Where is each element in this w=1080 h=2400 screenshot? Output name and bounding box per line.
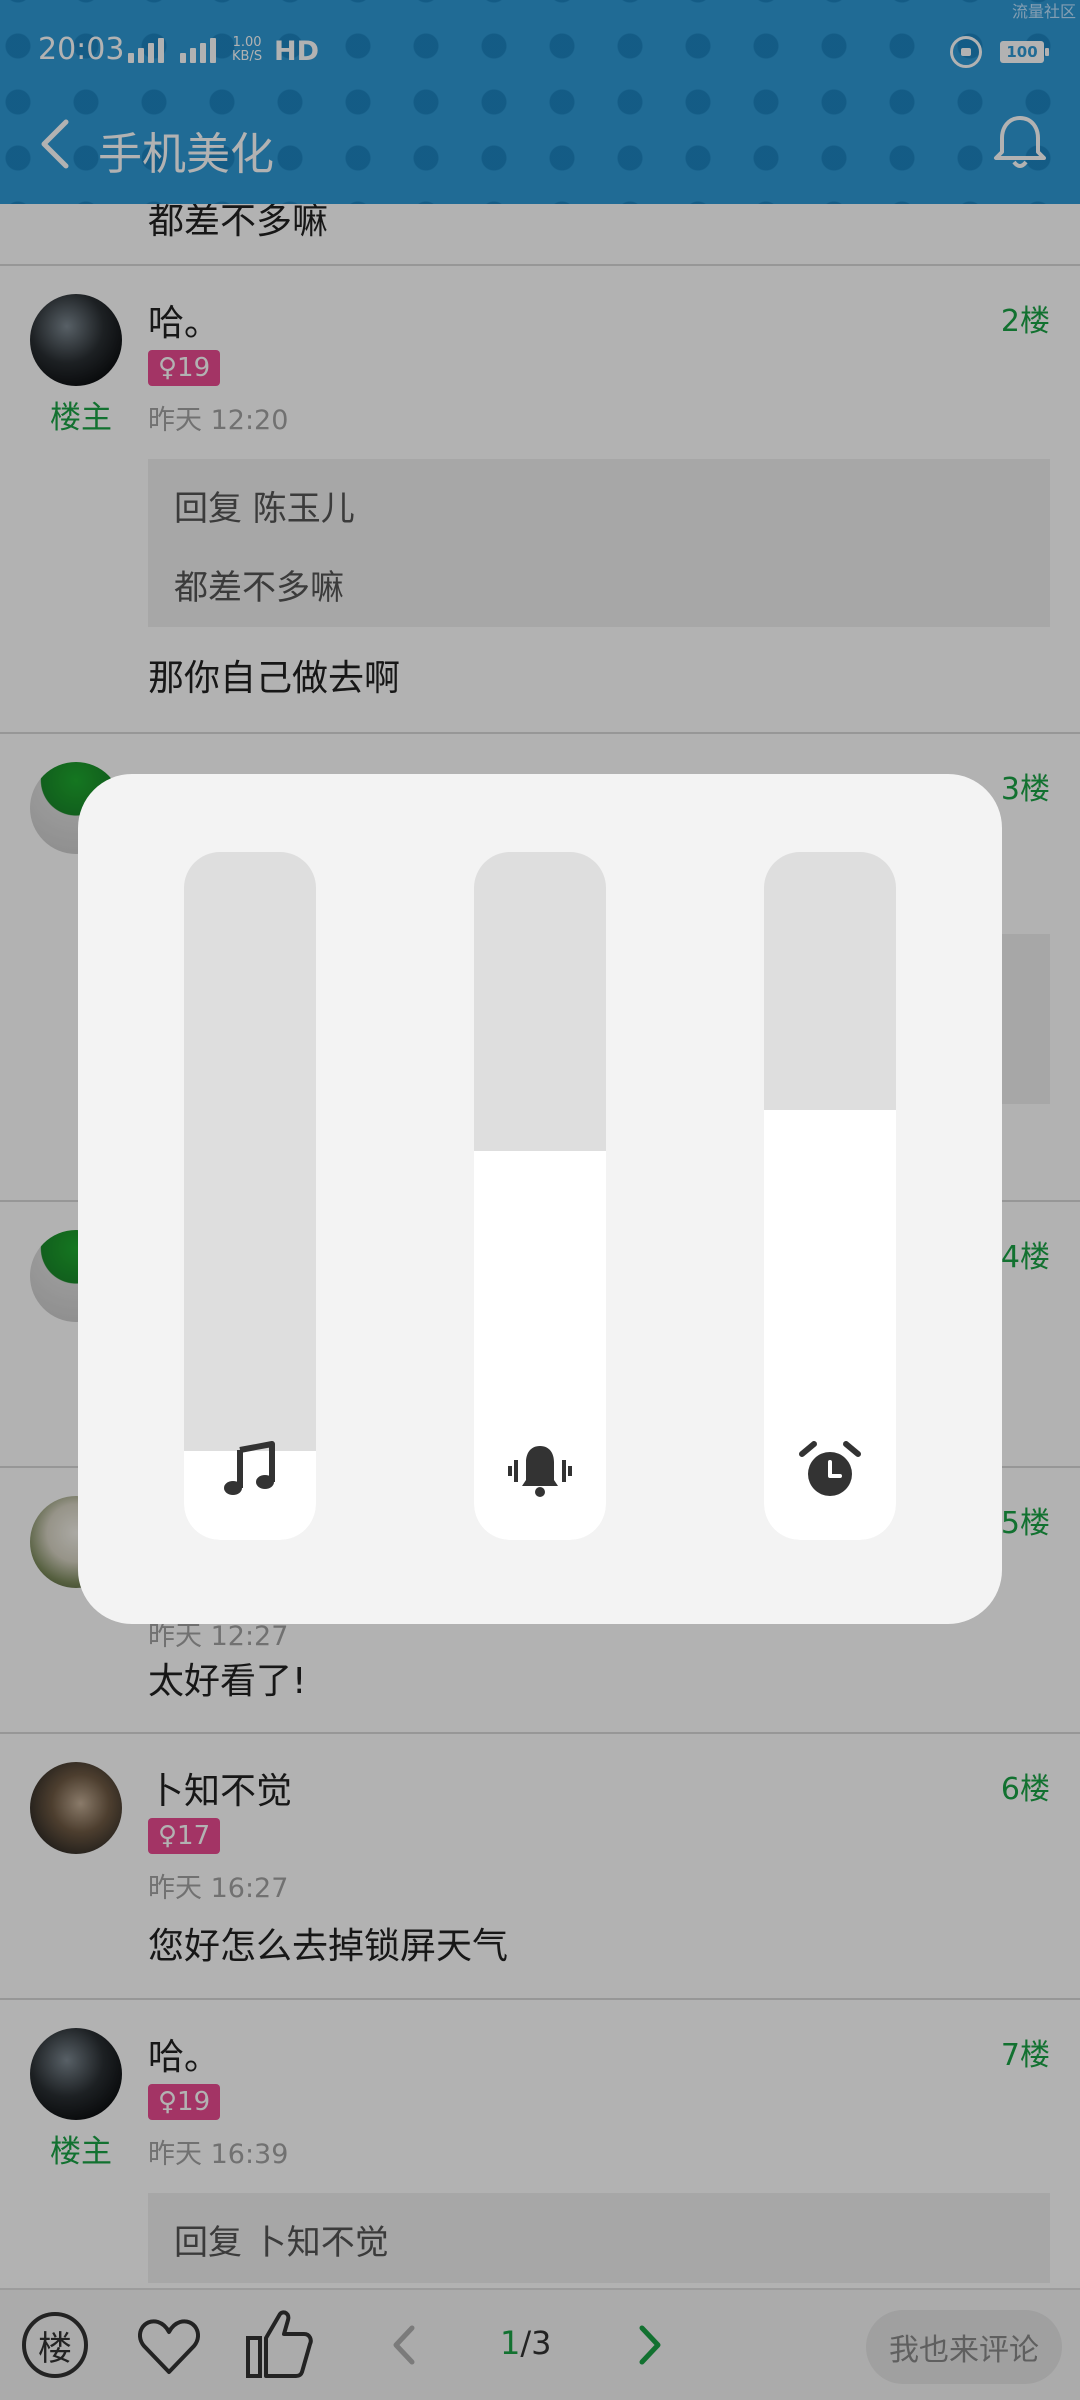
battery-icon: 100	[1000, 41, 1049, 63]
app-header: 20:03 1.00 KB/S HD 100 流量社区 手机美化	[0, 0, 1080, 204]
quote-block: 回复 卜知不觉	[148, 2193, 1050, 2283]
quote-title: 回复 卜知不觉	[174, 2223, 389, 2263]
status-bar: 20:03 1.00 KB/S HD 100 流量社区	[0, 0, 1080, 100]
bottom-bar: 楼 1/3 我也来评论	[0, 2288, 1080, 2400]
floor-number: 6楼	[1000, 1772, 1050, 1807]
quote-block: 回复 陈玉儿 都差不多嘛	[148, 459, 1050, 627]
favorite-heart-icon[interactable]	[136, 2314, 202, 2380]
floor-number: 2楼	[1000, 304, 1050, 339]
op-label: 楼主	[50, 2134, 112, 2170]
status-time: 20:03	[38, 32, 125, 67]
signal-icon	[128, 38, 216, 63]
media-volume-slider[interactable]	[184, 852, 316, 1540]
gender-age-badge: ♀19	[148, 350, 221, 386]
avatar[interactable]	[30, 2028, 122, 2120]
comment-button[interactable]: 我也来评论	[866, 2310, 1062, 2384]
jump-to-floor-button[interactable]: 楼	[22, 2312, 88, 2378]
username[interactable]: 卜知不觉	[148, 1762, 1050, 1814]
floor-number: 5楼	[1000, 1506, 1050, 1541]
username[interactable]: 哈。	[148, 294, 1050, 346]
back-icon[interactable]	[30, 114, 90, 174]
floor-number: 4楼	[1000, 1240, 1050, 1275]
next-page-icon[interactable]	[630, 2320, 670, 2370]
page-title: 手机美化	[98, 129, 274, 180]
alarm-clock-icon	[799, 1441, 861, 1496]
op-label: 楼主	[50, 400, 112, 436]
quote-text: 都差不多嘛	[174, 568, 344, 608]
music-note-icon	[224, 1441, 275, 1495]
floor-number: 3楼	[1000, 772, 1050, 807]
volume-panel	[78, 774, 1002, 1624]
rotation-lock-icon	[950, 36, 982, 68]
page-indicator[interactable]: 1/3	[500, 2324, 552, 2362]
thumbs-up-icon[interactable]	[244, 2308, 314, 2380]
notification-bell-icon[interactable]	[988, 110, 1052, 174]
reply-text: 您好怎么去掉锁屏天气	[148, 1926, 509, 1967]
watermark: 流量社区	[1011, 2, 1076, 21]
post-time: 昨天 12:20	[148, 405, 289, 436]
previous-reply-text: 都差不多嘛	[148, 201, 329, 242]
ringtone-volume-slider[interactable]	[474, 852, 606, 1540]
post-time: 昨天 16:39	[148, 2139, 289, 2170]
avatar[interactable]	[30, 1762, 122, 1854]
prev-page-icon[interactable]	[384, 2320, 424, 2370]
gender-age-badge: ♀17	[148, 1818, 221, 1854]
quote-title: 回复 陈玉儿	[174, 489, 355, 529]
reply-text: 那你自己做去啊	[148, 658, 401, 699]
post-item[interactable]: 楼主 2楼 哈。 ♀19 昨天 12:20 回复 陈玉儿 都差不多嘛 那你自己做…	[0, 266, 1080, 734]
post-item[interactable]: 楼主 7楼 哈。 ♀19 昨天 16:39 回复 卜知不觉	[0, 2000, 1080, 2300]
post-time: 昨天 16:27	[148, 1873, 289, 1904]
alarm-volume-slider[interactable]	[764, 852, 896, 1540]
nav-bar: 手机美化	[0, 100, 1080, 204]
floor-number: 7楼	[1000, 2038, 1050, 2073]
network-speed: 1.00 KB/S	[232, 35, 263, 64]
bell-vibrate-icon	[508, 1446, 572, 1497]
post-item[interactable]: 6楼 卜知不觉 ♀17 昨天 16:27 您好怎么去掉锁屏天气	[0, 1734, 1080, 2000]
username[interactable]: 哈。	[148, 2028, 1050, 2080]
reply-text: 太好看了!	[148, 1661, 307, 1702]
gender-age-badge: ♀19	[148, 2084, 221, 2120]
avatar[interactable]	[30, 294, 122, 386]
hd-indicator: HD	[274, 36, 320, 67]
